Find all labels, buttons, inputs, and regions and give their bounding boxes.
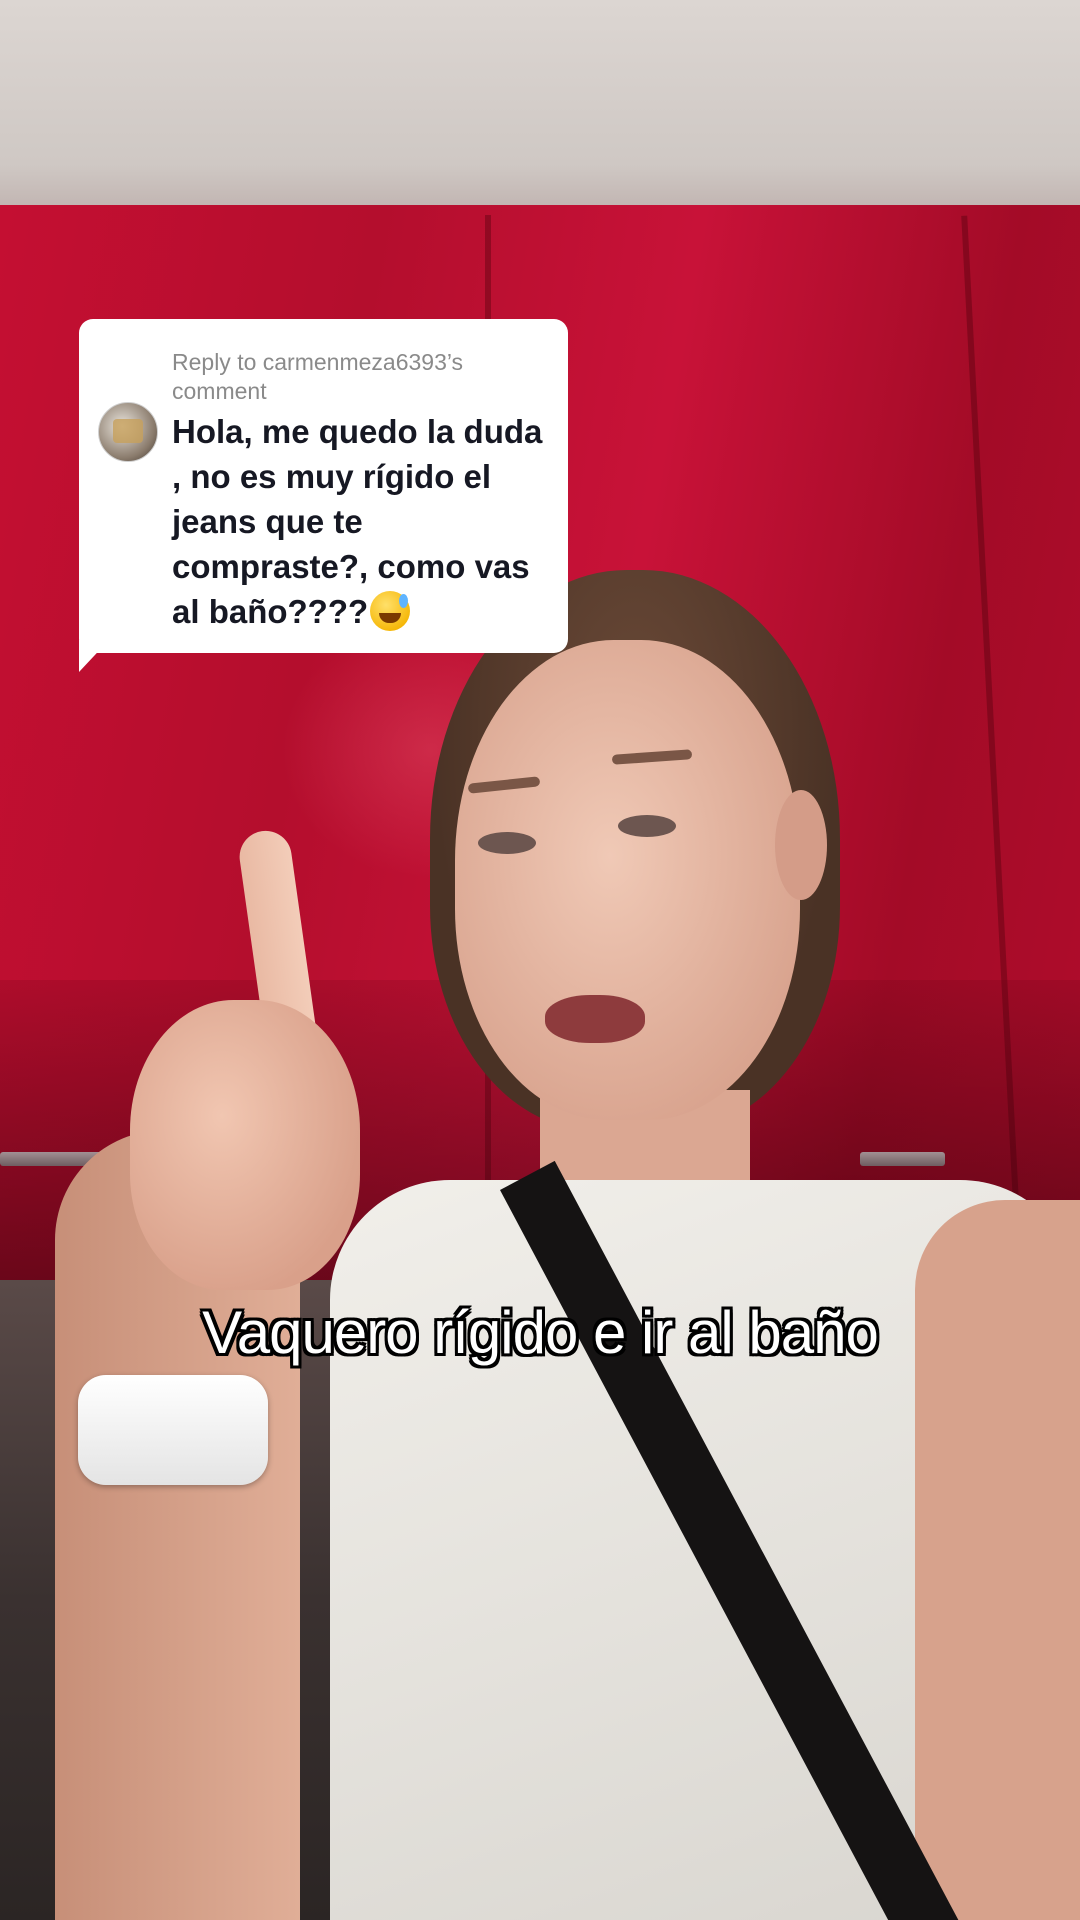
commenter-avatar[interactable] (98, 402, 158, 462)
person-face (455, 640, 800, 1120)
reply-to-label: Reply to carmenmeza6393’s comment (172, 349, 464, 404)
person-eye (618, 815, 676, 837)
comment-text: Hola, me quedo la duda , no es muy rígid… (172, 409, 557, 634)
person-hand (130, 1000, 360, 1290)
comment-reply-tail (79, 640, 109, 672)
video-frame[interactable] (0, 0, 1080, 1920)
white-smartwatch (78, 1375, 268, 1485)
person-eye (478, 832, 536, 854)
avatar-image (113, 419, 143, 443)
grinning-face-with-sweat-icon (370, 591, 411, 631)
person-mouth (545, 995, 645, 1043)
ceiling (0, 0, 1080, 235)
person-ear (775, 790, 827, 900)
video-caption: Vaquero rígido e ir al baño (202, 1299, 879, 1366)
comment-body: Hola, me quedo la duda , no es muy rígid… (172, 413, 543, 630)
